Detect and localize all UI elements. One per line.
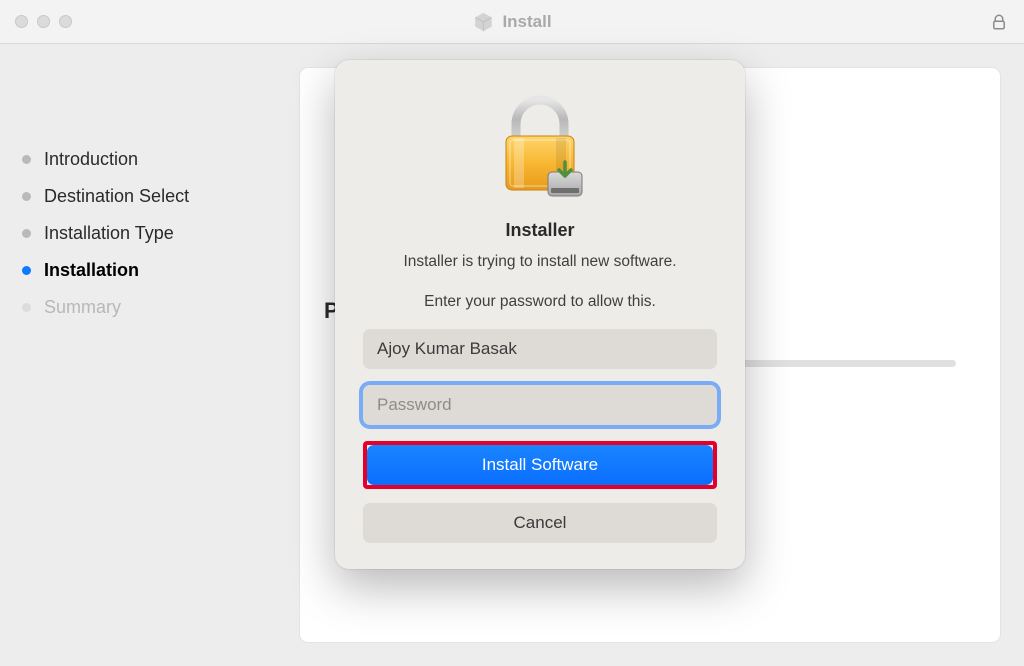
window-title-area: Install bbox=[472, 11, 551, 33]
step-bullet-icon bbox=[22, 192, 31, 201]
titlebar: Install bbox=[0, 0, 1024, 44]
step-label: Installation Type bbox=[44, 223, 174, 244]
auth-message: Installer is trying to install new softw… bbox=[403, 251, 676, 273]
step-label: Introduction bbox=[44, 149, 138, 170]
step-installation: Installation bbox=[22, 260, 280, 281]
lock-installer-icon bbox=[492, 90, 588, 202]
step-installation-type: Installation Type bbox=[22, 223, 280, 244]
sidebar: Introduction Destination Select Installa… bbox=[0, 44, 300, 666]
window-controls bbox=[15, 15, 72, 28]
install-software-button[interactable]: Install Software bbox=[367, 445, 713, 485]
step-bullet-icon bbox=[22, 266, 31, 275]
highlight-annotation: Install Software bbox=[363, 441, 717, 489]
progress-bar bbox=[726, 360, 956, 367]
step-label: Destination Select bbox=[44, 186, 189, 207]
step-label: Installation bbox=[44, 260, 139, 281]
zoom-window-button[interactable] bbox=[59, 15, 72, 28]
password-field[interactable] bbox=[363, 385, 717, 425]
step-destination-select: Destination Select bbox=[22, 186, 280, 207]
close-window-button[interactable] bbox=[15, 15, 28, 28]
step-bullet-icon bbox=[22, 229, 31, 238]
package-icon bbox=[472, 11, 494, 33]
auth-title: Installer bbox=[505, 220, 574, 241]
step-label: Summary bbox=[44, 297, 121, 318]
auth-prompt: Enter your password to allow this. bbox=[424, 293, 656, 311]
step-bullet-icon bbox=[22, 155, 31, 164]
minimize-window-button[interactable] bbox=[37, 15, 50, 28]
lock-icon[interactable] bbox=[990, 13, 1008, 31]
username-field[interactable] bbox=[363, 329, 717, 369]
auth-dialog: Installer Installer is trying to install… bbox=[335, 60, 745, 569]
step-introduction: Introduction bbox=[22, 149, 280, 170]
step-summary: Summary bbox=[22, 297, 280, 318]
cancel-button[interactable]: Cancel bbox=[363, 503, 717, 543]
window-title: Install bbox=[502, 12, 551, 32]
step-bullet-icon bbox=[22, 303, 31, 312]
